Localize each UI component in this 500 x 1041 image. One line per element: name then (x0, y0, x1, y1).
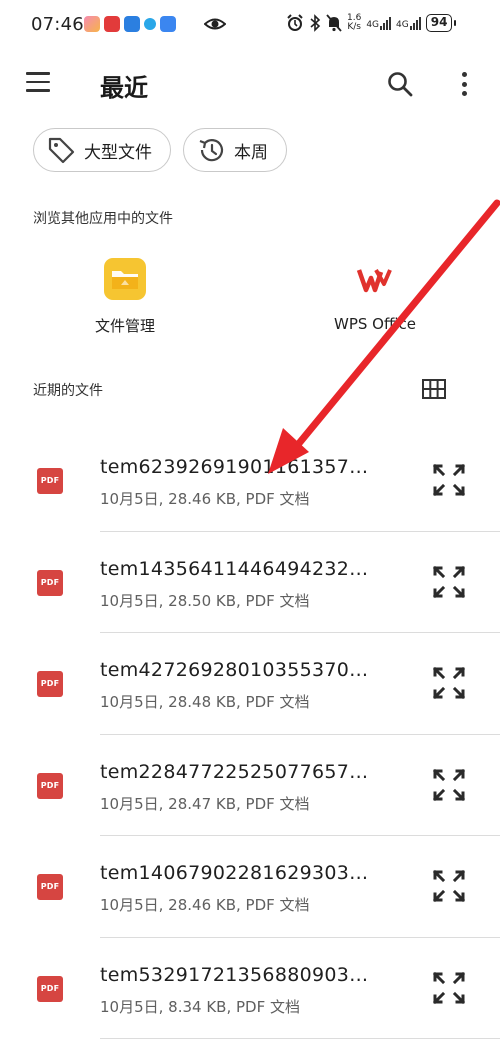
network-type-label: 4G (396, 20, 409, 30)
signal-strength-2: 4G (396, 16, 421, 30)
notification-icons (84, 16, 176, 32)
search-icon[interactable] (386, 70, 414, 98)
notification-app-icon (124, 16, 140, 32)
hamburger-menu-icon[interactable] (26, 72, 52, 96)
grid-view-icon[interactable] (422, 378, 446, 400)
history-icon (199, 139, 224, 162)
network-speed: 1.6 K/s (347, 14, 361, 32)
status-right-icons: 1.6 K/s 4G 4G 94 (286, 14, 457, 32)
pdf-file-icon: PDF (37, 772, 63, 799)
filter-chips: 大型文件 本周 (33, 128, 287, 172)
notification-app-icon (104, 16, 120, 32)
expand-preview-icon[interactable] (431, 665, 467, 701)
chip-large-files[interactable]: 大型文件 (33, 128, 171, 172)
file-name: tem53291721356880903… (100, 963, 369, 986)
notification-app-icon (160, 16, 176, 32)
pdf-file-icon: PDF (37, 874, 63, 900)
expand-preview-icon[interactable] (431, 868, 467, 904)
network-speed-unit: K/s (347, 22, 361, 32)
network-type-label: 4G (366, 20, 380, 30)
chip-this-week[interactable]: 本周 (183, 128, 287, 172)
pdf-file-icon: PDF (37, 975, 63, 1002)
pdf-file-icon: PDF (37, 569, 63, 596)
file-row[interactable]: PDF tem14067902281629303… 10月5日, 28.46 K… (0, 836, 500, 938)
other-apps-heading: 浏览其他应用中的文件 (33, 211, 173, 227)
file-name: tem22847722525077657… (100, 760, 369, 783)
recent-files-heading: 近期的文件 (33, 383, 103, 399)
mute-icon (326, 14, 342, 32)
wps-office-icon (356, 269, 392, 293)
signal-bars-icon (380, 16, 392, 30)
file-meta: 10月5日, 28.47 KB, PDF 文档 (100, 794, 310, 813)
file-name: tem14356411446494232… (100, 557, 369, 580)
file-meta: 10月5日, 28.46 KB, PDF 文档 (100, 490, 310, 508)
file-row[interactable]: PDF tem14356411446494232… 10月5日, 28.50 K… (0, 532, 500, 633)
expand-preview-icon[interactable] (431, 970, 467, 1006)
bluetooth-icon (310, 14, 321, 32)
notification-app-icon (84, 16, 100, 32)
pdf-file-icon: PDF (37, 671, 63, 697)
signal-strength-1: 4G (366, 16, 392, 30)
chip-label: 大型文件 (84, 142, 152, 163)
eye-icon (204, 18, 226, 30)
pdf-file-icon: PDF (37, 468, 63, 494)
other-app-wps-office[interactable]: WPS Office (305, 258, 445, 333)
other-app-file-manager[interactable]: 文件管理 (55, 258, 195, 336)
recent-files-list: PDF tem62392691901161357… 10月5日, 28.46 K… (0, 430, 500, 1039)
divider (100, 1038, 500, 1039)
tag-icon (48, 137, 75, 164)
more-vert-icon[interactable] (454, 70, 474, 98)
file-row[interactable]: PDF tem62392691901161357… 10月5日, 28.46 K… (0, 430, 500, 532)
file-meta: 10月5日, 28.50 KB, PDF 文档 (100, 591, 310, 610)
file-meta: 10月5日, 28.48 KB, PDF 文档 (100, 693, 310, 711)
folder-app-icon (104, 258, 146, 300)
battery-indicator: 94 (425, 14, 457, 32)
status-time: 07:46 (31, 14, 84, 35)
other-app-label: 文件管理 (94, 317, 155, 335)
file-row[interactable]: PDF tem22847722525077657… 10月5日, 28.47 K… (0, 735, 500, 836)
file-name: tem42726928010355370… (100, 659, 369, 681)
file-row[interactable]: PDF tem53291721356880903… 10月5日, 8.34 KB… (0, 938, 500, 1039)
file-row[interactable]: PDF tem42726928010355370… 10月5日, 28.48 K… (0, 633, 500, 735)
file-meta: 10月5日, 8.34 KB, PDF 文档 (100, 997, 300, 1016)
other-app-label: WPS Office (334, 315, 416, 333)
app-bar: 最近 (0, 58, 500, 110)
expand-preview-icon[interactable] (431, 462, 467, 498)
file-name: tem62392691901161357… (100, 456, 369, 478)
status-bar: 07:46 1.6 K/s 4G 4G 94 (0, 0, 500, 52)
chip-label: 本周 (234, 142, 268, 163)
page-title: 最近 (100, 74, 148, 102)
expand-preview-icon[interactable] (431, 564, 467, 600)
file-meta: 10月5日, 28.46 KB, PDF 文档 (100, 896, 310, 914)
expand-preview-icon[interactable] (431, 767, 467, 803)
file-name: tem14067902281629303… (100, 862, 369, 884)
notification-app-icon (144, 18, 156, 30)
signal-bars-icon (409, 16, 421, 30)
alarm-icon (287, 14, 303, 31)
